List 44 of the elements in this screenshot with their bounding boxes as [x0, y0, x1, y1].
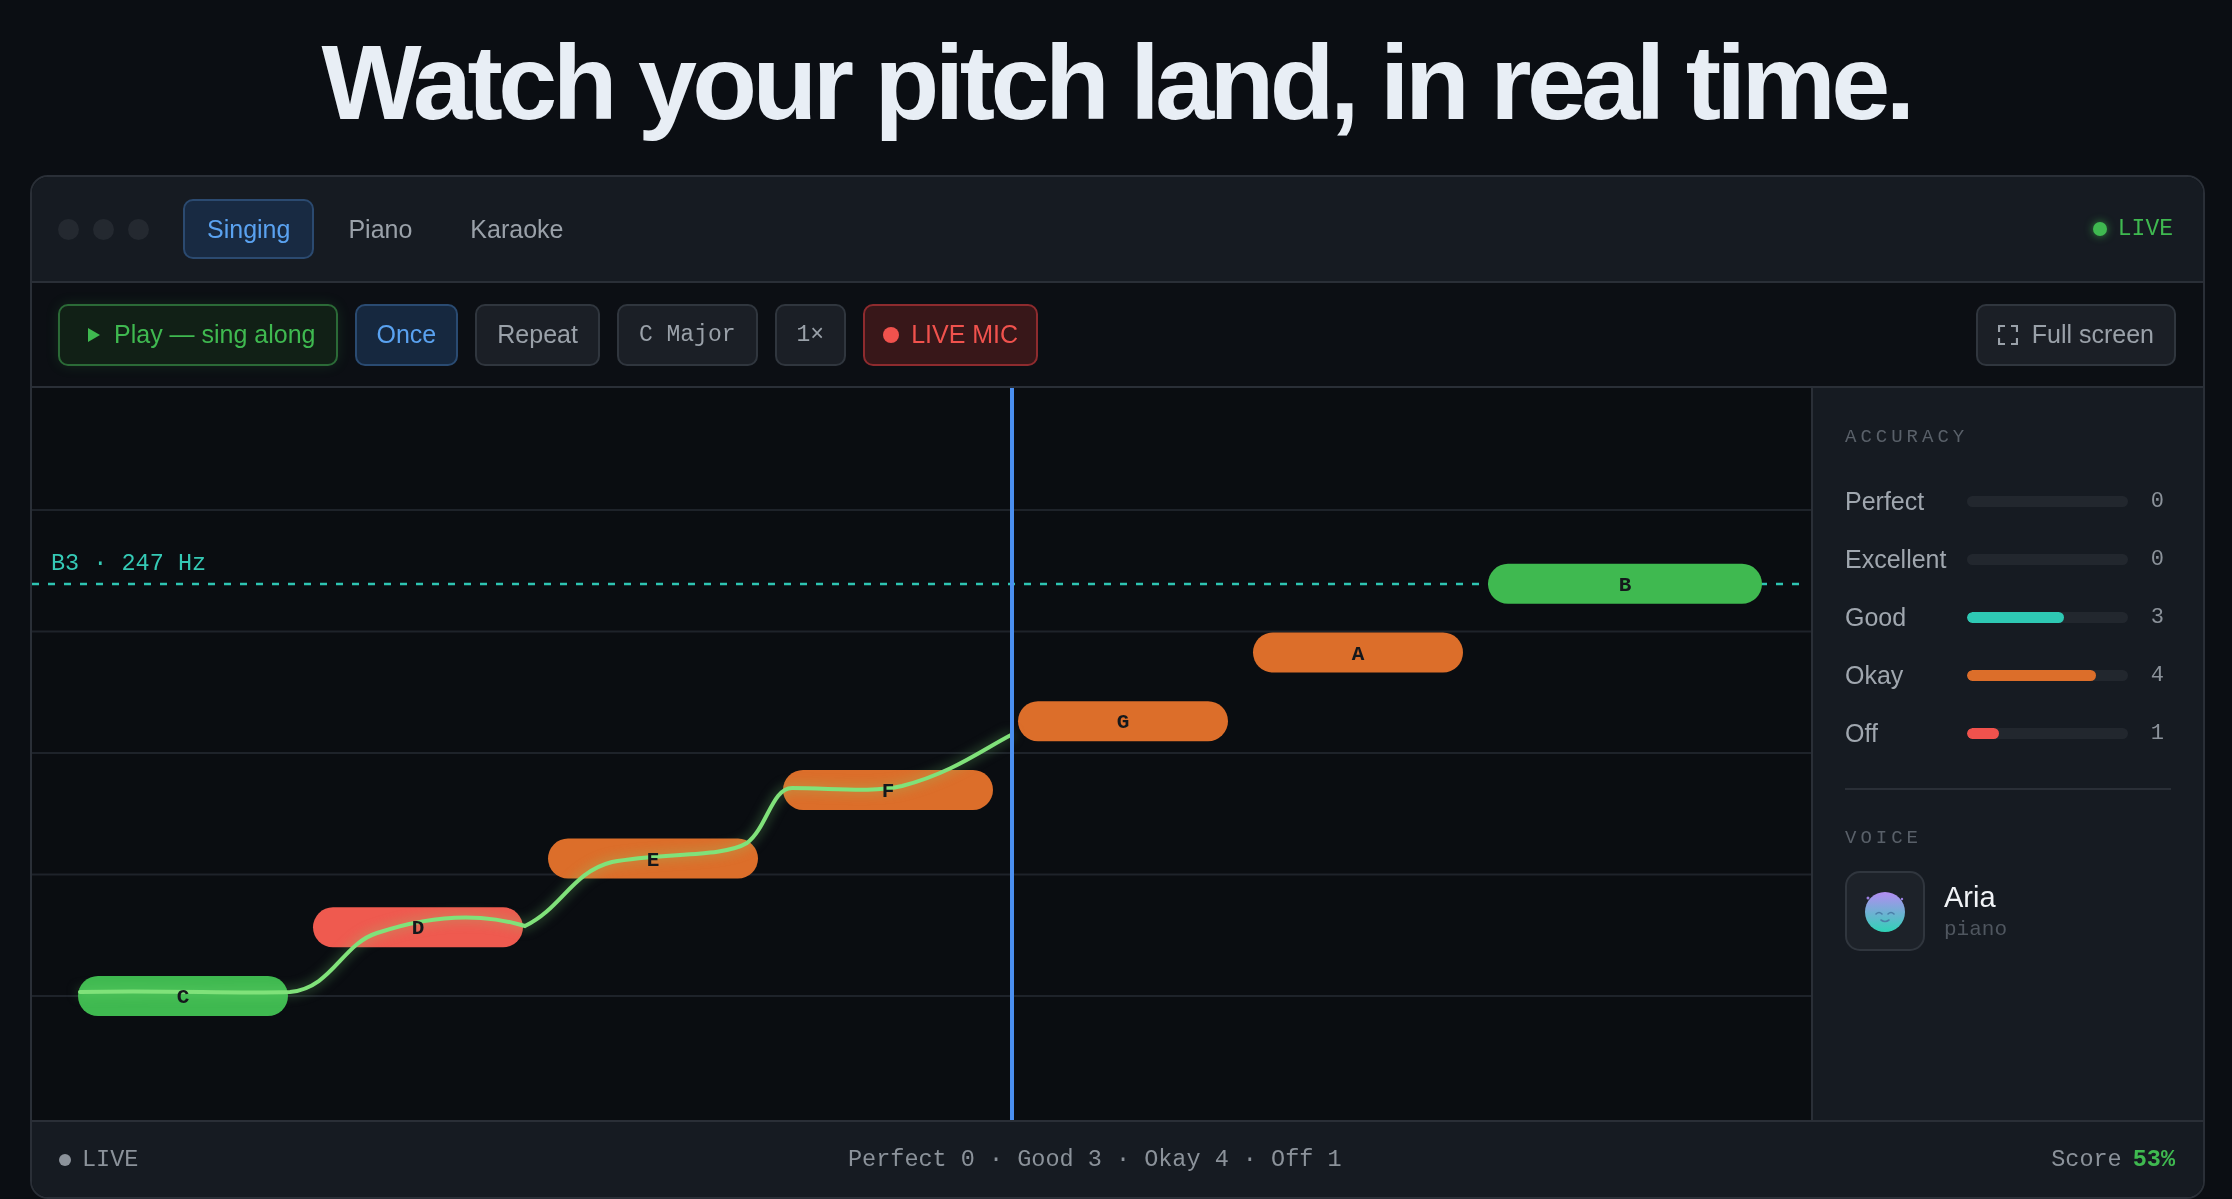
status-dot-icon [2092, 222, 2107, 236]
speed-button[interactable]: 1× [774, 303, 847, 366]
fullscreen-button[interactable]: Full screen [1975, 303, 2176, 366]
accuracy-label: Okay [1845, 660, 1905, 690]
play-icon [88, 327, 100, 342]
mode-button[interactable]: Repeat [475, 303, 600, 366]
note-label: F [881, 779, 895, 803]
headline: Watch your pitch land, in real time. [320, 22, 1912, 143]
accuracy-label: Perfect [1845, 486, 1926, 516]
live-mic-button[interactable]: LIVE MIC [863, 303, 1039, 366]
accuracy-count: 1 [2149, 720, 2165, 746]
section-heading: VOICE [1845, 829, 1923, 848]
accuracy-count: 0 [2149, 546, 2165, 572]
live-label: LIVE [82, 1146, 139, 1173]
key-button[interactable]: C Major [616, 303, 758, 366]
score-value: 53% [2132, 1146, 2175, 1173]
target-pitch-label: B3 · 247 Hz [51, 550, 207, 577]
live-label: LIVE [2117, 216, 2173, 242]
voice-name: Aria [1944, 881, 1997, 914]
note-label: A [1351, 642, 1365, 666]
accuracy-count: 3 [2149, 604, 2165, 630]
accuracy-summary: Perfect 0 · Good 3 · Okay 4 · Off 1 [848, 1146, 1342, 1173]
record-dot-icon [883, 326, 900, 343]
fullscreen-icon [1997, 324, 2018, 345]
note-label: G [1116, 711, 1130, 735]
play-button[interactable]: Play — sing along [58, 303, 338, 366]
accuracy-label: Good [1845, 602, 1908, 632]
tab[interactable]: Karaoke [446, 199, 588, 259]
accuracy-count: 0 [2149, 488, 2165, 514]
tab[interactable]: Singing [183, 199, 315, 259]
tab[interactable]: Piano [324, 199, 437, 259]
note-label: E [646, 848, 660, 872]
voice-instrument: piano [1944, 918, 2007, 941]
accuracy-label: Off [1845, 718, 1879, 748]
status-dot-icon [59, 1153, 71, 1166]
accuracy-label: Excellent [1845, 544, 1948, 574]
note-label: D [411, 917, 425, 941]
section-heading: ACCURACY [1845, 428, 1970, 447]
accuracy-count: 4 [2149, 662, 2165, 688]
mode-button[interactable]: Once [354, 303, 459, 366]
score-label: Score [2051, 1146, 2122, 1173]
smiley-avatar-icon [1845, 871, 1925, 951]
note-label: C [176, 986, 190, 1009]
note-label: B [1618, 573, 1632, 597]
